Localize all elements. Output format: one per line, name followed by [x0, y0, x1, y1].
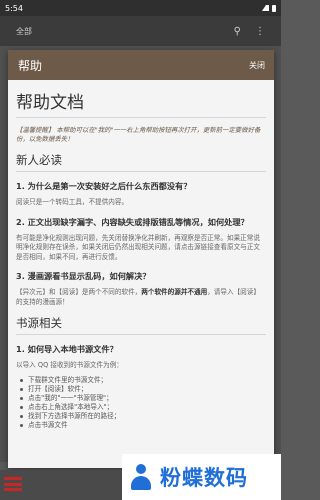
dialog-title: 帮助: [18, 58, 43, 73]
answer-3: 【异次元】和【阅读】是两个不同的软件，两个软件的源并不通用，请导入【阅读】的支持…: [16, 288, 266, 307]
question-4: 1. 如何导入本地书源文件？: [16, 344, 118, 354]
question-2: 2. 正文出现缺字漏字、内容缺失或排版错乱等情况，如何处理？: [16, 216, 249, 227]
dialog-header: 帮助 关闭: [8, 50, 274, 80]
answer-4: 以导入 QQ 接收到的书源文件为例：: [16, 361, 123, 369]
more-vert-icon[interactable]: ⋮: [255, 26, 265, 37]
list-item: 下载群文件里的书源文件；: [20, 376, 266, 385]
section-heading-new: 新人必读: [16, 152, 266, 172]
person-icon: [128, 464, 154, 490]
watermark: 粉蝶数码: [122, 454, 281, 500]
watermark-text: 粉蝶数码: [160, 466, 248, 490]
app-logo-icon: [4, 477, 22, 491]
list-item: 找到下方选择书源所在的路径；: [20, 412, 266, 421]
close-button[interactable]: 关闭: [249, 60, 265, 71]
section-heading-source: 书源相关: [16, 315, 266, 335]
list-item: 打开【阅读】软件；: [20, 385, 266, 394]
answer-3-bold: 两个软件的源并不通用: [141, 288, 208, 296]
tip-text: 【温馨提醒】 本帮助可以在"我的"一一右上角帮助按钮再次打开，更新前一定要做好备…: [16, 126, 261, 143]
app-bar: 全部 ⚲ ⋮: [0, 16, 281, 46]
question-3: 3. 漫画源看书显示乱码，如何解决？: [16, 271, 151, 281]
search-icon[interactable]: ⚲: [234, 26, 241, 37]
help-dialog: 帮助 关闭 帮助文档 【温馨提醒】 本帮助可以在"我的"一一右上角帮助按钮再次打…: [8, 50, 274, 468]
list-item: 点击书源文件: [20, 421, 266, 430]
question-1: 1. 为什么是第一次安装好之后什么东西都没有？: [16, 181, 192, 191]
battery-icon: [272, 4, 276, 12]
signal-icon: [262, 5, 269, 11]
answer-1: 阅读只是一个转码工具，不提供内容。: [16, 198, 129, 206]
answer-3-pre: 【异次元】和【阅读】是两个不同的软件，: [16, 288, 142, 296]
answer-2: 有可能是净化规则出现问题，先关闭替换净化并刷新，再观察是否正常。如果正常说明净化…: [16, 233, 260, 261]
steps-list: 下载群文件里的书源文件； 打开【阅读】软件； 点击"我的"一一"书源管理"； 点…: [16, 376, 266, 430]
status-time: 5:54: [5, 3, 23, 13]
doc-title: 帮助文档: [16, 88, 266, 118]
dialog-body[interactable]: 帮助文档 【温馨提醒】 本帮助可以在"我的"一一右上角帮助按钮再次打开，更新前一…: [8, 80, 274, 430]
status-icons: [262, 4, 276, 12]
app-bar-title[interactable]: 全部: [16, 26, 234, 37]
status-bar: 5:54: [0, 0, 281, 16]
list-item: 点击右上角选择"本地导入"；: [20, 403, 266, 412]
list-item: 点击"我的"一一"书源管理"；: [20, 394, 266, 403]
